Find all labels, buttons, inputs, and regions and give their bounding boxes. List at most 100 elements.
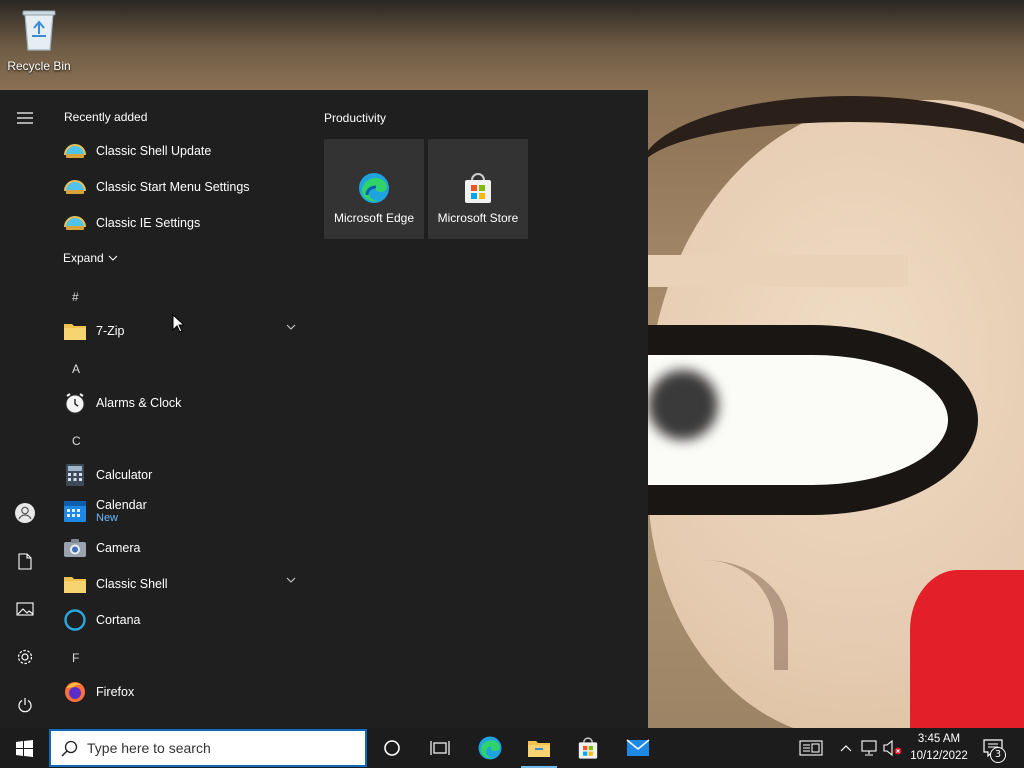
calendar-icon — [62, 498, 88, 524]
classic-shell-icon — [62, 138, 88, 164]
chevron-up-icon — [840, 744, 852, 751]
power-button[interactable] — [9, 689, 41, 721]
folder-icon — [528, 741, 550, 757]
task-view-button[interactable] — [416, 728, 464, 768]
letter-header-hash[interactable]: # — [72, 290, 79, 304]
settings-button[interactable] — [9, 641, 41, 673]
app-name: Alarms & Clock — [96, 396, 182, 410]
expand-label: Expand — [63, 251, 104, 265]
app-firefox[interactable]: Firefox — [62, 675, 306, 709]
app-classic-start-menu-settings[interactable]: Classic Start Menu Settings — [62, 170, 306, 204]
new-badge: New — [96, 512, 119, 524]
letter-header-f[interactable]: F — [72, 651, 79, 665]
user-icon — [15, 503, 35, 523]
taskbar-file-explorer[interactable] — [515, 728, 563, 768]
recycle-bin-icon — [22, 10, 56, 51]
recycle-bin-desktop-icon[interactable]: Recycle Bin — [4, 6, 74, 73]
app-camera[interactable]: Camera — [62, 531, 306, 565]
mouse-cursor-icon — [172, 314, 184, 333]
app-classic-shell-update[interactable]: Classic Shell Update — [62, 134, 306, 168]
tile-microsoft-store[interactable]: Microsoft Store — [428, 139, 528, 239]
windows-logo-icon — [15, 739, 33, 757]
chevron-down-icon[interactable] — [286, 577, 296, 583]
app-name: Calendar — [96, 498, 147, 512]
app-name: Calculator — [96, 468, 153, 482]
start-tiles-area: Productivity Microsoft Edge Microsoft St… — [324, 90, 644, 728]
clock-date: 10/12/2022 — [910, 750, 968, 762]
wallpaper-hair — [640, 96, 1024, 246]
tile-microsoft-edge[interactable]: Microsoft Edge — [324, 139, 424, 239]
show-hidden-icons-button[interactable] — [836, 728, 856, 768]
app-name: Classic Shell — [96, 577, 168, 591]
app-cortana[interactable]: Cortana — [62, 603, 306, 637]
power-icon — [18, 698, 32, 713]
app-name: Classic Shell Update — [96, 144, 212, 158]
picture-icon — [16, 602, 34, 616]
calendar-text: Calendar New — [96, 498, 147, 524]
notification-count-badge: 3 — [990, 747, 1006, 763]
app-calendar[interactable]: Calendar New — [62, 494, 306, 528]
classic-shell-icon — [62, 174, 88, 200]
classic-shell-icon — [62, 210, 88, 236]
search-input[interactable] — [87, 740, 347, 756]
folder-icon — [62, 571, 88, 597]
chevron-down-icon — [108, 255, 118, 261]
app-classic-ie-settings[interactable]: Classic IE Settings — [62, 206, 306, 240]
start-button[interactable] — [0, 728, 48, 768]
tile-label: Microsoft Store — [437, 211, 519, 225]
edge-icon — [478, 736, 502, 760]
tile-label: Microsoft Edge — [333, 211, 415, 225]
documents-button[interactable] — [9, 545, 41, 577]
hamburger-menu-button[interactable] — [9, 102, 41, 134]
taskbar-mail[interactable] — [614, 728, 662, 768]
news-icon — [799, 740, 823, 756]
store-icon — [578, 737, 598, 759]
volume-button[interactable] — [882, 728, 904, 768]
start-side-rail — [0, 90, 50, 728]
camera-icon — [62, 535, 88, 561]
taskbar-store[interactable] — [564, 728, 612, 768]
app-name: Firefox — [96, 685, 135, 699]
alarm-clock-icon — [62, 390, 88, 416]
task-view-icon — [430, 741, 450, 755]
account-button[interactable] — [9, 497, 41, 529]
hamburger-icon — [17, 112, 33, 124]
clock-time: 3:45 AM — [917, 733, 961, 745]
taskbar-search-box[interactable] — [49, 729, 367, 767]
app-name: Classic Start Menu Settings — [96, 180, 250, 194]
taskbar-edge[interactable] — [466, 728, 514, 768]
recently-added-heading: Recently added — [64, 110, 148, 124]
tile-group-title[interactable]: Productivity — [324, 111, 386, 125]
volume-muted-icon — [883, 740, 902, 756]
letter-header-c[interactable]: C — [72, 434, 81, 448]
app-classic-shell-folder[interactable]: Classic Shell — [62, 567, 306, 601]
cortana-circle-icon — [384, 740, 400, 756]
search-icon — [51, 740, 87, 757]
cortana-icon — [62, 607, 88, 633]
pictures-button[interactable] — [9, 593, 41, 625]
start-menu: Recently added Classic Shell Update Clas… — [0, 90, 648, 728]
app-name: Cortana — [96, 613, 141, 627]
taskbar: 3:45 AM 10/12/2022 3 — [0, 728, 1024, 768]
network-button[interactable] — [858, 728, 882, 768]
store-icon — [465, 173, 491, 203]
app-7-zip-folder[interactable]: 7-Zip — [62, 314, 306, 348]
news-widget-button[interactable] — [794, 728, 828, 768]
recycle-bin-label: Recycle Bin — [7, 59, 71, 73]
app-name: Classic IE Settings — [96, 216, 201, 230]
app-calculator[interactable]: Calculator — [62, 458, 306, 492]
document-icon — [18, 552, 32, 570]
wallpaper-pupil — [648, 370, 718, 440]
mail-icon — [626, 739, 650, 756]
chevron-down-icon[interactable] — [286, 324, 296, 330]
app-name: 7-Zip — [96, 324, 125, 338]
app-alarms-clock[interactable]: Alarms & Clock — [62, 386, 306, 420]
letter-header-a[interactable]: A — [72, 362, 80, 376]
cortana-button[interactable] — [368, 728, 416, 768]
network-icon — [861, 740, 877, 756]
gear-icon — [17, 649, 33, 665]
taskbar-clock[interactable]: 3:45 AM 10/12/2022 — [904, 731, 974, 765]
wallpaper-brow — [648, 255, 908, 287]
edge-icon — [359, 173, 389, 203]
expand-button[interactable]: Expand — [63, 251, 118, 265]
